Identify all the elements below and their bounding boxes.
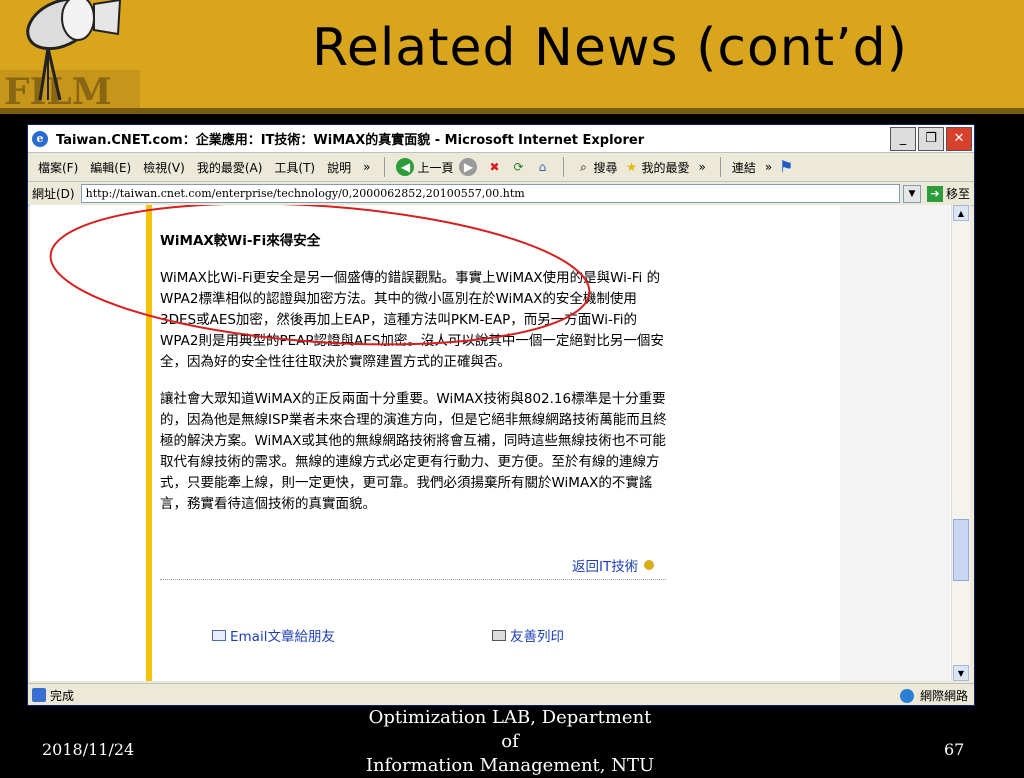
vertical-scrollbar[interactable]: ▲ ▼ [951,205,970,681]
toolbar-separator [563,157,565,177]
menu-help[interactable]: 說明 [321,159,357,176]
star-icon: ★ [626,160,637,174]
window-title: Taiwan.CNET.com：企業應用：IT技術：WiMAX的真實面貌 - M… [56,133,645,148]
address-bar: 網址(D) http://taiwan.cnet.com/enterprise/… [28,182,974,206]
email-friend-label: Email文章給朋友 [230,629,335,645]
links-label: 連結 [731,160,756,175]
address-url: http://taiwan.cnet.com/enterprise/techno… [85,187,525,200]
email-friend-link[interactable]: Email文章給朋友 [212,625,335,645]
links-chevron[interactable]: » [759,160,778,174]
go-arrow-icon: ➔ [926,185,943,202]
play-arrow-icon [644,560,655,570]
page-viewport: WiMAX較Wi-Fi來得安全 WiMAX比Wi-Fi更安全是另一個盛傳的錯誤觀… [30,205,970,681]
window-controls: _ ❐ ✕ [890,126,972,151]
security-zone: 網際網路 [899,687,968,704]
back-button[interactable]: ◀ 上一頁 [396,158,453,176]
globe-icon [899,688,914,703]
forward-button[interactable]: ▶ [459,158,480,176]
go-button[interactable]: ➔ 移至 [926,185,970,202]
print-label: 友善列印 [510,629,564,645]
stop-button[interactable]: ✖ [486,159,504,175]
menu-tools[interactable]: 工具(T) [268,159,321,176]
footer-line-2: Information Management, NTU [365,755,655,776]
printer-icon [492,629,506,641]
search-button[interactable]: ⌕ 搜尋 [575,159,617,176]
scroll-up-button[interactable]: ▲ [953,205,969,221]
forward-arrow-icon: ▶ [459,158,478,176]
refresh-icon: ⟳ [513,160,524,174]
toolbar-separator [384,157,386,177]
back-arrow-icon: ◀ [396,158,415,176]
address-label: 網址(D) [32,187,75,201]
browser-titlebar: e Taiwan.CNET.com：企業應用：IT技術：WiMAX的真實面貌 -… [28,125,974,153]
home-button[interactable]: ⌂ [534,159,552,175]
status-text: 完成 [50,688,75,703]
slide-date: 2018/11/24 [42,740,135,759]
favorites-label: 我的最愛 [641,160,690,175]
search-label: 搜尋 [593,160,618,175]
footer-affiliation: Optimization LAB, Department of Informat… [360,706,660,778]
favorites-button[interactable]: ★ 我的最愛 [623,159,689,176]
status-bar: 完成 網際網路 [28,683,974,705]
links-button[interactable]: 連結 [732,159,756,176]
ie-icon: e [32,130,48,147]
go-label: 移至 [945,187,970,201]
slide-title: Related News (cont’d) [312,18,908,78]
close-button[interactable]: ✕ [946,126,972,151]
menu-view[interactable]: 檢視(V) [137,159,191,176]
footer-line-1: Optimization LAB, Department of [368,707,652,752]
address-dropdown[interactable]: ▼ [902,184,921,203]
scroll-down-button[interactable]: ▼ [953,665,969,681]
menu-favorites[interactable]: 我的最愛(A) [191,159,269,176]
zone-label: 網際網路 [919,689,968,703]
refresh-button[interactable]: ⟳ [510,159,528,175]
page-side-column [840,205,950,681]
maximize-button[interactable]: ❐ [918,126,944,151]
toolbar-chevron[interactable]: » [693,160,712,174]
home-icon: ⌂ [538,160,547,174]
back-label: 上一頁 [417,160,454,175]
minimize-button[interactable]: _ [890,126,916,151]
menu-edit[interactable]: 編輯(E) [84,159,137,176]
search-icon: ⌕ [580,160,587,174]
slide-number: 67 [944,740,965,759]
article-paragraph-2: 讓社會大眾知道WiMAX的正反兩面十分重要。WiMAX技術與802.16標準是十… [160,391,667,512]
address-input[interactable]: http://taiwan.cnet.com/enterprise/techno… [80,184,900,203]
back-to-it-label: 返回IT技術 [572,559,639,575]
stop-icon: ✖ [489,160,500,174]
header-divider [0,108,1024,114]
dotted-divider [160,579,666,580]
red-annotation-oval [49,205,591,346]
windows-flag-icon: ⚑ [779,157,794,176]
email-icon [212,629,226,641]
print-link[interactable]: 友善列印 [492,625,564,645]
scroll-thumb[interactable] [953,519,969,581]
toolbar-separator [719,157,721,177]
menu-file[interactable]: 檔案(F) [32,159,84,176]
menu-and-toolbar: 檔案(F) 編輯(E) 檢視(V) 我的最愛(A) 工具(T) 說明 » ◀ 上… [28,153,974,182]
stage-light-logo: FILM [0,0,140,108]
browser-window: e Taiwan.CNET.com：企業應用：IT技術：WiMAX的真實面貌 -… [27,124,975,706]
menu-chevron[interactable]: » [357,160,376,174]
back-to-it-link[interactable]: 返回IT技術 [572,555,655,575]
page-done-icon [32,688,46,702]
